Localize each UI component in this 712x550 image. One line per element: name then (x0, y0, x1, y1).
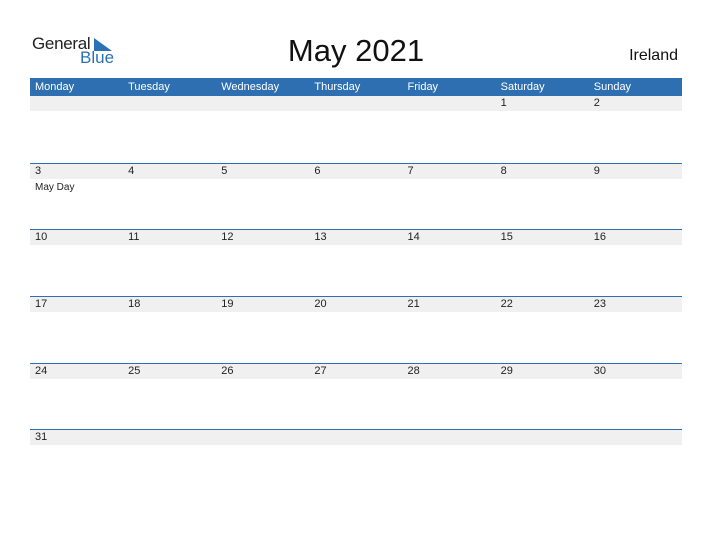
day-number: 10 (35, 231, 48, 244)
day-cell: 13 (309, 230, 402, 245)
day-number: 8 (500, 164, 507, 177)
day-cell: 23 (589, 297, 682, 312)
weekday-header: Monday Tuesday Wednesday Thursday Friday Satu… (30, 78, 682, 96)
day-number: 6 (314, 164, 321, 177)
day-cell: 9 (589, 164, 682, 179)
day-cell: 26 (216, 364, 309, 379)
day-number: 23 (593, 298, 606, 311)
day-cell: 20 (309, 297, 402, 312)
week-row: 10 11 12 13 14 15 16 (30, 229, 682, 296)
day-cell (403, 430, 496, 445)
weekday-monday: Monday (35, 81, 75, 93)
day-cell: 30 (589, 364, 682, 379)
day-number: 13 (314, 231, 327, 244)
calendar-title: May 2021 (287, 33, 425, 68)
day-cell (589, 430, 682, 445)
day-cell: 4 (123, 164, 216, 179)
day-number: 12 (221, 231, 234, 244)
day-cell: 2 (589, 96, 682, 111)
day-number: 30 (593, 364, 606, 377)
day-cell: 10 (30, 230, 123, 245)
day-cell: 17 (30, 297, 123, 312)
day-number: 27 (314, 364, 327, 377)
day-number: 22 (500, 298, 513, 311)
day-cell: 27 (309, 364, 402, 379)
day-cell: 5 (216, 164, 309, 179)
day-cell: 15 (496, 230, 589, 245)
day-number: 24 (35, 364, 48, 377)
day-number: 16 (593, 231, 606, 244)
day-cell: 18 (123, 297, 216, 312)
day-cell: 19 (216, 297, 309, 312)
weekday-saturday: Saturday (500, 81, 545, 93)
day-number: 31 (35, 431, 48, 444)
day-cell (123, 96, 216, 111)
day-number: 7 (407, 164, 414, 177)
week-row: 17 18 19 20 21 22 23 (30, 296, 682, 363)
day-number-band: 10 11 12 13 14 15 16 (30, 230, 682, 246)
holiday-label: May Day (35, 181, 75, 193)
day-cell: 1 (496, 96, 589, 111)
day-cell (309, 96, 402, 111)
weeks-container: 1 2 3 May Day 4 5 6 7 8 9 10 11 12 13 14 15 16 17 18 19 20 21… (30, 96, 682, 496)
day-number-band: 17 18 19 20 21 22 23 (30, 297, 682, 313)
day-number: 11 (128, 231, 140, 244)
day-cell: 7 (403, 164, 496, 179)
day-number: 17 (35, 298, 48, 311)
day-cell: 16 (589, 230, 682, 245)
day-cell (403, 96, 496, 111)
day-cell: 28 (403, 364, 496, 379)
day-number: 21 (407, 298, 420, 311)
day-cell: 3 May Day (30, 164, 123, 193)
day-cell (309, 430, 402, 445)
day-cell (30, 96, 123, 111)
day-number: 28 (407, 364, 420, 377)
day-number: 26 (221, 364, 234, 377)
weekday-tuesday: Tuesday (128, 81, 170, 93)
day-cell (123, 430, 216, 445)
day-cell: 29 (496, 364, 589, 379)
day-number: 4 (128, 164, 135, 177)
day-number: 9 (593, 164, 600, 177)
day-cell: 14 (403, 230, 496, 245)
day-cell (216, 96, 309, 111)
day-number-band: 3 May Day 4 5 6 7 8 9 (30, 163, 682, 193)
week-row: 3 May Day 4 5 6 7 8 9 (30, 162, 682, 230)
day-number: 29 (500, 364, 513, 377)
day-number-band: 12 (30, 96, 682, 111)
day-number: 14 (407, 231, 420, 244)
day-number: 15 (500, 231, 513, 244)
calendar-grid: Monday Tuesday Wednesday Thursday Friday Satu… (30, 78, 682, 496)
day-cell: 11 (123, 230, 216, 245)
day-number: 18 (128, 298, 141, 311)
day-number: 19 (221, 298, 234, 311)
day-cell (216, 430, 309, 445)
weekday-thursday: Thursday (314, 81, 361, 93)
day-cell: 12 (216, 230, 309, 245)
day-number: 20 (314, 298, 327, 311)
weekday-wednesday: Wednesday (221, 81, 280, 93)
weekday-sunday: Sunday (593, 81, 632, 93)
day-cell: 31 (30, 430, 123, 445)
day-cell: 21 (403, 297, 496, 312)
day-cell: 22 (496, 297, 589, 312)
day-number: 1 (500, 97, 507, 109)
weekday-friday: Friday (407, 81, 439, 93)
day-number: 5 (221, 164, 228, 177)
week-row: 12 (30, 96, 682, 163)
day-number: 3 (35, 164, 42, 177)
day-number: 25 (128, 364, 141, 377)
day-cell: 24 (30, 364, 123, 379)
country-label: Ireland (629, 47, 678, 64)
day-number-band: 31 (30, 430, 682, 446)
day-number: 2 (593, 97, 600, 109)
week-row: 31 (30, 429, 682, 496)
day-cell: 25 (123, 364, 216, 379)
day-cell: 8 (496, 164, 589, 179)
day-number-band: 24 25 26 27 28 29 30 (30, 363, 682, 379)
day-cell (496, 430, 589, 445)
day-cell: 6 (309, 164, 402, 179)
week-row: 24 25 26 27 28 29 30 (30, 362, 682, 430)
